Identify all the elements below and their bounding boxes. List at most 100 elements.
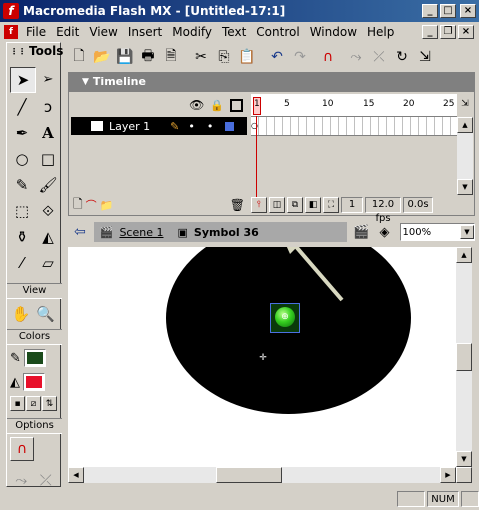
- timeline-scroll-up[interactable]: ▲: [457, 117, 473, 133]
- swap-colors-icon[interactable]: ⇅: [42, 396, 57, 411]
- stage-vscroll[interactable]: ▲ ▼: [456, 247, 472, 467]
- minimize-button[interactable]: _: [422, 4, 438, 18]
- eye-icon[interactable]: 👁: [189, 98, 204, 112]
- stage-scroll-right[interactable]: ▶: [440, 467, 456, 483]
- eraser-tool-icon[interactable]: ▱: [36, 251, 60, 275]
- layer-row[interactable]: Layer 1 ✎ • •: [71, 117, 247, 135]
- stage-hscroll-thumb[interactable]: [216, 467, 282, 483]
- frame-ruler[interactable]: 1 5 10 15 20 25: [251, 94, 457, 117]
- menu-help[interactable]: Help: [362, 25, 399, 39]
- save-icon[interactable]: 💾: [114, 46, 136, 68]
- scale-icon[interactable]: ⇲: [414, 46, 436, 68]
- edit-symbols-icon[interactable]: ◈: [380, 225, 390, 240]
- subselect-tool-icon[interactable]: ➢: [36, 67, 60, 91]
- center-frame-icon[interactable]: ⫯: [251, 197, 267, 213]
- outline-icon[interactable]: [230, 98, 243, 112]
- timeline-header[interactable]: ▼ Timeline: [68, 72, 475, 91]
- stage-scroll-left[interactable]: ◀: [68, 467, 84, 483]
- zoom-tool-icon[interactable]: 🔍: [35, 302, 58, 326]
- add-guide-layer-icon[interactable]: ⌒: [86, 197, 97, 213]
- timeline-vscroll[interactable]: ▲ ▼: [457, 117, 473, 195]
- modify-markers-icon[interactable]: ⛶: [323, 197, 339, 213]
- current-frame: 1: [341, 197, 363, 213]
- document-icon[interactable]: f: [4, 25, 18, 39]
- snap-to-objects-icon[interactable]: ∩: [10, 437, 34, 461]
- print-icon[interactable]: 🖶: [137, 46, 159, 68]
- stage-scroll-down[interactable]: ▼: [456, 451, 472, 467]
- brush-tool-icon[interactable]: 🖌: [36, 173, 60, 197]
- menu-edit[interactable]: Edit: [51, 25, 84, 39]
- layer-name[interactable]: Layer 1: [109, 120, 150, 133]
- smooth-toolbar-icon[interactable]: ⤳: [345, 46, 367, 68]
- frame-num-20: 20: [403, 99, 415, 109]
- doc-minimize-button[interactable]: _: [422, 25, 438, 39]
- no-color-icon[interactable]: ⧄: [26, 396, 41, 411]
- stage[interactable]: ⊕ ✛: [68, 247, 456, 467]
- open-file-icon[interactable]: 📂: [91, 46, 113, 68]
- menu-file[interactable]: File: [21, 25, 51, 39]
- line-tool-icon[interactable]: ╱: [10, 95, 34, 119]
- doc-close-button[interactable]: ×: [458, 25, 474, 39]
- copy-icon[interactable]: ⎘: [213, 46, 235, 68]
- menu-window[interactable]: Window: [305, 25, 362, 39]
- menu-control[interactable]: Control: [251, 25, 304, 39]
- stage-scroll-up[interactable]: ▲: [456, 247, 472, 263]
- onion-skin-icon[interactable]: ◫: [269, 197, 285, 213]
- grip-icon[interactable]: ⋮⋮: [10, 47, 26, 56]
- undo-icon[interactable]: ↶: [266, 46, 288, 68]
- edit-scene-icon[interactable]: 🎬: [353, 225, 369, 240]
- snap-icon[interactable]: ∩: [317, 46, 339, 68]
- layer-lock-dot[interactable]: •: [207, 120, 214, 133]
- menu-insert[interactable]: Insert: [123, 25, 167, 39]
- fill-color-swatch[interactable]: [23, 373, 45, 391]
- onion-outlines-icon[interactable]: ⧉: [287, 197, 303, 213]
- hand-tool-icon[interactable]: ✋: [10, 302, 33, 326]
- pen-tool-icon[interactable]: ✒: [10, 121, 34, 145]
- straighten-toolbar-icon[interactable]: ⤫: [368, 46, 390, 68]
- ink-bottle-tool-icon[interactable]: ⚱: [10, 225, 34, 249]
- zoom-dropdown-icon[interactable]: ▼: [460, 225, 474, 239]
- lasso-tool-icon[interactable]: ↄ: [36, 95, 60, 119]
- transform-point-icon[interactable]: ✛: [258, 353, 268, 363]
- eyedropper-tool-icon[interactable]: ⁄: [10, 251, 34, 275]
- timeline-scroll-down[interactable]: ▼: [457, 179, 473, 195]
- stroke-color-swatch[interactable]: [23, 349, 46, 367]
- menu-text[interactable]: Text: [217, 25, 251, 39]
- lock-icon[interactable]: 🔒: [210, 99, 224, 112]
- text-tool-icon[interactable]: A: [36, 121, 60, 145]
- print-preview-icon[interactable]: 🗎: [160, 46, 182, 68]
- insert-folder-icon[interactable]: 📁: [100, 199, 114, 212]
- default-colors-icon[interactable]: ▪: [10, 396, 25, 411]
- zoom-select[interactable]: 100% ▼: [399, 223, 475, 241]
- arrow-tool-icon[interactable]: ➤: [10, 67, 36, 93]
- scene-link[interactable]: Scene 1: [119, 226, 163, 239]
- insert-layer-icon[interactable]: 🗋: [73, 195, 83, 216]
- redo-icon[interactable]: ↷: [289, 46, 311, 68]
- menu-modify[interactable]: Modify: [167, 25, 217, 39]
- frame-track[interactable]: ○: [251, 117, 457, 136]
- menu-view[interactable]: View: [84, 25, 122, 39]
- oval-tool-icon[interactable]: ○: [10, 147, 34, 171]
- close-button[interactable]: ×: [460, 4, 476, 18]
- edit-multiple-icon[interactable]: ◧: [305, 197, 321, 213]
- layer-outline-box[interactable]: [225, 121, 235, 131]
- main-toolbar: 🗋 📂 💾 🖶 🗎 ✂ ⎘ 📋 ↶ ↷ ∩ ⤳ ⤫ ↻ ⇲: [68, 45, 476, 69]
- stage-hscroll[interactable]: ◀ ▶: [68, 467, 456, 483]
- back-arrow-icon[interactable]: ⇦: [74, 224, 86, 240]
- cut-icon[interactable]: ✂: [190, 46, 212, 68]
- rotate-icon[interactable]: ↻: [391, 46, 413, 68]
- fill-transform-tool-icon[interactable]: ⟐: [36, 199, 60, 223]
- delete-layer-icon[interactable]: 🗑: [230, 198, 245, 212]
- pencil-tool-icon[interactable]: ✎: [10, 173, 34, 197]
- paint-bucket-tool-icon[interactable]: ◭: [36, 225, 60, 249]
- timeline-menu-icon[interactable]: ⇲: [458, 96, 472, 112]
- stage-vscroll-thumb[interactable]: [456, 343, 472, 371]
- free-transform-tool-icon[interactable]: ⬚: [10, 199, 34, 223]
- paste-icon[interactable]: 📋: [236, 46, 258, 68]
- doc-restore-button[interactable]: ❐: [440, 25, 456, 39]
- rectangle-tool-icon[interactable]: □: [36, 147, 60, 171]
- layer-visible-dot[interactable]: •: [188, 120, 195, 133]
- maximize-button[interactable]: □: [440, 4, 456, 18]
- new-file-icon[interactable]: 🗋: [68, 46, 90, 68]
- timeline-collapse-icon[interactable]: ▼: [82, 77, 89, 87]
